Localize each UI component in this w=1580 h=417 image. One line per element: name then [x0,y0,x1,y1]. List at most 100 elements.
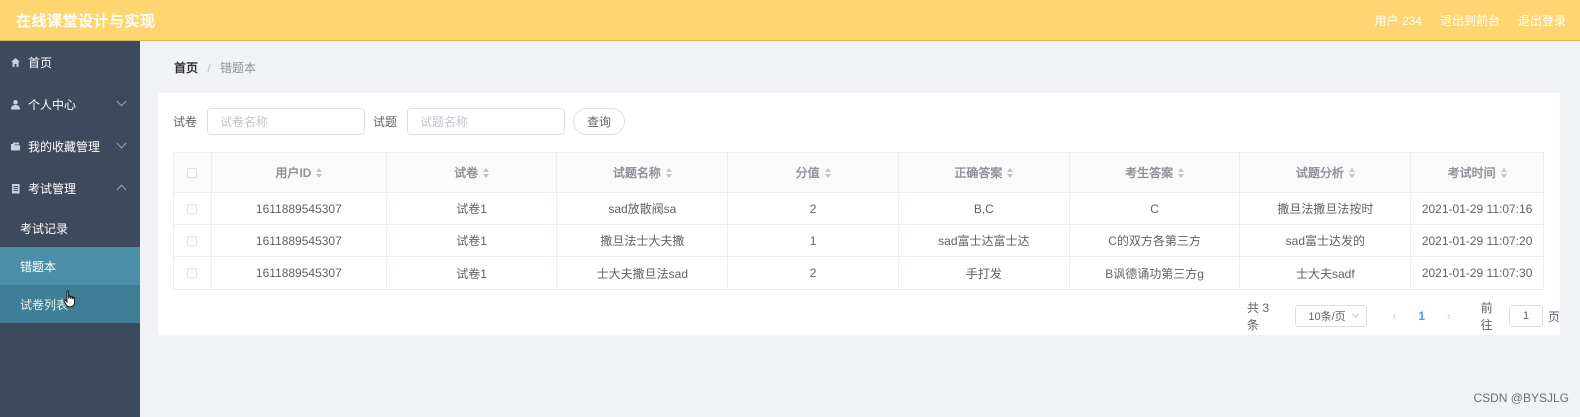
row-checkbox-cell [174,225,212,256]
column-header-paper[interactable]: 试卷 [387,153,558,192]
cell-exam-time: 2021-01-29 11:07:20 [1421,233,1533,248]
cell-exam-time: 2021-01-29 11:07:16 [1421,201,1533,216]
sort-icon[interactable] [1500,167,1507,178]
row-checkbox[interactable] [187,203,198,214]
cell-paper: 试卷1 [387,225,558,256]
row-checkbox-cell [174,257,212,289]
sort-icon[interactable] [824,167,831,178]
row-checkbox[interactable] [187,268,198,278]
chevron-down-icon [1351,310,1359,319]
cell-user-id: 1611889545307 [212,225,387,256]
cell-paper: 试卷1 [387,257,558,289]
logout-link[interactable]: 退出登录 [1518,12,1566,29]
header-checkbox-cell [174,153,212,192]
column-header-question-name[interactable]: 试题名称 [557,153,729,192]
sidebar-subitem-exam-records[interactable]: 考试记录 [0,209,140,247]
back-to-front-link[interactable]: 退出到前台 [1440,12,1500,29]
question-search-input[interactable] [407,108,566,135]
search-row: 试卷 试题 查询 [173,108,626,135]
cell-student-answer: C的双方各第三方 [1070,225,1241,256]
page-size-value: 10条/页 [1308,311,1346,323]
sidebar-subitem-label: 错题本 [20,259,57,274]
column-header-exam-time[interactable]: 考试时间 [1411,153,1543,192]
paper-search-input[interactable] [207,108,366,135]
folder-icon [10,141,21,152]
column-header-user-id[interactable]: 用户ID [212,153,387,192]
table-header: 用户ID 试卷 试题名称 分值 正确答案 考生答案 试题分析 考试时间 [174,153,1543,193]
pagination-total: 共 3 条 [1247,301,1270,332]
column-header-analysis[interactable]: 试题分析 [1240,153,1412,192]
column-header-student-answer[interactable]: 考生答案 [1070,153,1241,192]
sidebar-subitem-wrong-questions[interactable]: 错题本 [0,247,140,285]
next-page-button[interactable]: › [1435,309,1462,323]
table-row: 1611889545307 试卷1 撒旦法士大夫撒 1 sad富士达富士达 C的… [174,225,1543,257]
goto-label: 前往 [1480,301,1493,332]
cell-correct-answer: sad富士达富士达 [899,225,1070,256]
cell-student-answer: C [1070,193,1241,224]
hand-cursor-icon [63,290,76,308]
paper-search-label: 试卷 [173,115,198,129]
top-bar: 在线课堂设计与实现 用户 234 退出到前台 退出登录 [0,0,1580,41]
top-links: 用户 234 退出到前台 退出登录 [1375,12,1566,29]
main-content: 首页 / 错题本 试卷 试题 查询 用户ID 试卷 试题名称 分值 正确答案 考… [140,41,1580,417]
column-header-correct-answer[interactable]: 正确答案 [899,153,1070,192]
goto-page-input[interactable] [1509,305,1543,327]
sort-icon[interactable] [665,167,672,178]
page-suffix-label: 页 [1548,309,1561,324]
cell-exam-time: 2021-01-29 11:07:30 [1421,266,1533,280]
chevron-down-icon [116,96,127,107]
pagination: 共 3 条 10条/页 ‹ 1 › 前往 页 [1247,299,1560,333]
chevron-up-icon [116,184,127,195]
sidebar-item-label: 个人中心 [28,97,77,112]
column-header-score[interactable]: 分值 [728,153,899,192]
sidebar: 首页 个人中心 我的收藏管理 考试管理 考试记录 错题本 试卷列表 [0,41,140,417]
home-icon [10,57,21,68]
cell-analysis: 撒旦法撒旦法按时 [1240,193,1412,224]
app-title: 在线课堂设计与实现 [16,13,156,30]
cell-question-name: 士大夫撒旦法sad [557,257,729,289]
cell-analysis: sad富士达发的 [1240,225,1412,256]
cell-score: 2 [728,193,899,224]
question-search-label: 试题 [373,115,398,129]
cell-correct-answer: B,C [899,193,1070,224]
cell-score: 1 [728,225,899,256]
cell-correct-answer: 手打发 [899,257,1070,289]
cell-score: 2 [728,257,899,289]
breadcrumb: 首页 / 错题本 [174,59,256,76]
page-number-current[interactable]: 1 [1408,309,1435,323]
sidebar-item-home[interactable]: 首页 [0,41,140,83]
sort-icon[interactable] [1178,167,1185,178]
sidebar-item-favorites[interactable]: 我的收藏管理 [0,125,140,167]
sort-icon[interactable] [1007,167,1014,178]
sort-icon[interactable] [316,167,323,178]
user-icon [10,99,21,110]
breadcrumb-home[interactable]: 首页 [174,61,198,75]
cell-user-id: 1611889545307 [212,257,387,289]
chevron-down-icon [116,138,127,149]
sidebar-item-label: 首页 [28,55,53,70]
content-card: 试卷 试题 查询 用户ID 试卷 试题名称 分值 正确答案 考生答案 试题分析 … [158,93,1560,335]
query-button[interactable]: 查询 [573,108,626,135]
page-size-select[interactable]: 10条/页 [1295,305,1367,327]
sidebar-subitem-label: 考试记录 [20,221,69,236]
document-icon [10,183,21,194]
sidebar-item-personal-center[interactable]: 个人中心 [0,83,140,125]
select-all-checkbox[interactable] [187,167,198,178]
table-row: 1611889545307 试卷1 sad放散阀sa 2 B,C C 撒旦法撒旦… [174,193,1543,225]
cell-analysis: 士大夫sadf [1240,257,1412,289]
row-checkbox[interactable] [187,235,198,246]
sidebar-item-exam-management[interactable]: 考试管理 [0,167,140,209]
cell-paper: 试卷1 [387,193,558,224]
breadcrumb-separator: / [207,61,211,75]
sort-icon[interactable] [1348,167,1355,178]
prev-page-button[interactable]: ‹ [1381,309,1408,323]
sidebar-subitem-label: 试卷列表 [20,297,69,312]
sort-icon[interactable] [483,167,490,178]
sidebar-item-label: 考试管理 [28,181,77,196]
table-row: 1611889545307 试卷1 士大夫撒旦法sad 2 手打发 B讽德诵功第… [174,257,1543,289]
user-label: 用户 234 [1374,14,1422,28]
breadcrumb-current: 错题本 [220,61,257,75]
sidebar-item-label: 我的收藏管理 [28,139,101,154]
row-checkbox-cell [174,193,212,224]
cell-user-id: 1611889545307 [212,193,387,224]
